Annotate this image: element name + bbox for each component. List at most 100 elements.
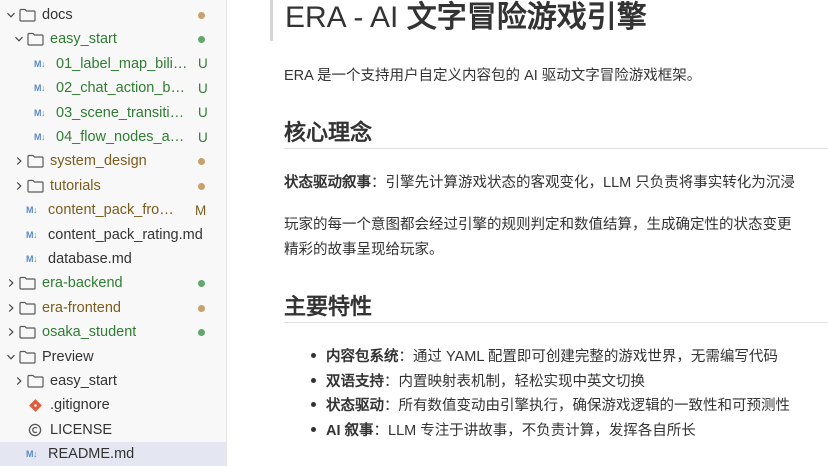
markdown-file-icon: M↓ (34, 83, 46, 94)
tree-file[interactable]: M↓ 03_scene_transitio... U (0, 101, 226, 125)
section-divider (284, 322, 828, 323)
chevron-down-icon[interactable] (12, 27, 26, 51)
tree-folder[interactable]: system_design (0, 149, 226, 173)
chevron-down-icon[interactable] (4, 3, 18, 27)
chevron-right-icon[interactable] (12, 149, 26, 173)
folder-icon (18, 345, 36, 369)
tree-file[interactable]: M↓ 01_label_map_bilin... U (0, 52, 226, 76)
chevron-right-icon[interactable] (12, 369, 26, 393)
section-divider (284, 148, 828, 149)
tree-item-label: easy_start (50, 373, 117, 389)
tree-item-label: Preview (42, 348, 94, 365)
tree-file[interactable]: M↓ 02_chat_action_but... U (0, 76, 226, 100)
doc-title-cjk: 文字冒险游戏引擎 (406, 0, 647, 34)
git-status-dot (198, 158, 205, 166)
folder-icon (26, 27, 44, 51)
tree-item-label: 01_label_map_bilin... (56, 55, 188, 72)
chevron-right-icon[interactable] (4, 271, 18, 295)
markdown-file-icon: M↓ (34, 132, 46, 142)
tree-file[interactable]: M↓ content_pack_front... M (0, 198, 226, 222)
tree-file[interactable]: M↓ README.md (0, 442, 226, 466)
intro-paragraph: ERA 是一个支持用户自定义内容包的 AI 驱动文字冒险游戏框架。 (284, 68, 702, 84)
tree-item-label: content_pack_front... (48, 202, 180, 219)
folder-icon (26, 149, 44, 173)
chevron-right-icon[interactable] (4, 296, 18, 320)
git-status-badge: M (195, 202, 207, 218)
git-status-dot (198, 36, 205, 44)
markdown-file-icon: M↓ (34, 107, 46, 118)
feature-desc: ：LLM 专注于讲故事，不负责计算，发挥各自所长 (373, 423, 696, 439)
git-status-badge: U (198, 80, 208, 96)
feature-term: AI 叙事 (326, 423, 374, 439)
chevron-right-icon[interactable] (12, 174, 26, 198)
folder-icon (18, 320, 36, 344)
git-status-badge: U (198, 129, 208, 145)
tree-file[interactable]: .gitignore (0, 393, 226, 417)
tree-folder[interactable]: easy_start (0, 369, 226, 393)
tree-item-label: database.md (48, 251, 132, 267)
markdown-file-icon: M↓ (26, 205, 38, 216)
file-explorer: docs easy_start M↓ 01_label_map_bilin... U M↓… (0, 0, 227, 466)
git-status-badge: U (198, 105, 208, 121)
tree-folder[interactable]: Preview (0, 345, 226, 369)
chevron-down-icon[interactable] (4, 345, 18, 369)
core-term: 状态驱动叙事 (284, 175, 371, 191)
git-status-dot (198, 304, 205, 312)
tree-folder[interactable]: era-frontend (0, 296, 226, 320)
tree-item-label: .gitignore (50, 397, 110, 414)
markdown-file-icon: M↓ (26, 229, 38, 240)
bullet-icon (311, 402, 316, 407)
tree-folder[interactable]: docs (0, 3, 226, 27)
tree-item-label: osaka_student (42, 324, 137, 341)
markdown-preview: ERA - AI 文字冒险游戏引擎 ERA 是一个支持用户自定义内容包的 AI … (227, 0, 828, 466)
tree-item-label: 02_chat_action_but... (56, 80, 188, 97)
folder-icon (18, 3, 36, 27)
feature-item: AI 叙事 ：LLM 专注于讲故事，不负责计算，发挥各自所长 (311, 419, 696, 440)
markdown-file-icon: M↓ (26, 254, 38, 264)
tree-folder[interactable]: easy_start (0, 27, 226, 51)
doc-title-block: ERA - AI 文字冒险游戏引擎 (270, 0, 647, 41)
git-status-dot (198, 329, 205, 337)
feature-desc: ：所有数值变动由引擎执行，确保游戏逻辑的一致性和可预测性 (384, 398, 790, 414)
tree-file[interactable]: LICENSE (0, 418, 226, 442)
tree-item-label: LICENSE (50, 421, 113, 438)
git-status-dot (198, 182, 205, 190)
tree-item-label: era-frontend (42, 299, 121, 316)
feature-term: 双语支持 (326, 374, 384, 390)
doc-title-prefix: ERA - AI (285, 0, 407, 34)
tree-folder[interactable]: tutorials (0, 174, 226, 198)
folder-icon (18, 271, 36, 295)
folder-icon (26, 369, 44, 393)
markdown-file-icon: M↓ (26, 449, 38, 460)
git-status-badge: U (198, 56, 208, 72)
feature-term: 状态驱动 (326, 398, 384, 414)
tree-file[interactable]: M↓ 04_flow_nodes_acti... U (0, 125, 226, 149)
feature-item: 状态驱动 ：所有数值变动由引擎执行，确保游戏逻辑的一致性和可预测性 (311, 394, 790, 415)
core-paragraph-2-line1: 玩家的每一个意图都会经过引擎的规则判定和数值结算，生成确定性的状态变更 (284, 217, 792, 233)
tree-file[interactable]: M↓ database.md (0, 247, 226, 271)
tree-folder[interactable]: era-backend (0, 271, 226, 295)
git-status-dot (198, 280, 205, 288)
license-file-icon (26, 418, 44, 442)
tree-item-label: easy_start (50, 31, 117, 48)
tree-item-label: 03_scene_transitio... (56, 104, 188, 121)
tree-item-label: docs (42, 7, 73, 23)
tree-folder[interactable]: osaka_student (0, 320, 226, 344)
core-paragraph-1: 状态驱动叙事：引擎先计算游戏状态的客观变化，LLM 只负责将事实转化为沉浸 (284, 171, 795, 192)
tree-item-label: 04_flow_nodes_acti... (56, 129, 188, 145)
feature-desc: ：内置映射表机制，轻松实现中英文切换 (384, 374, 645, 390)
core-paragraph-2-line2: 精彩的故事呈现给玩家。 (284, 242, 444, 258)
bullet-icon (311, 353, 316, 358)
bullet-icon (311, 427, 316, 432)
core-desc: ：引擎先计算游戏状态的客观变化，LLM 只负责将事实转化为沉浸 (371, 175, 795, 191)
chevron-right-icon[interactable] (4, 320, 18, 344)
bullet-icon (311, 378, 316, 383)
git-status-dot (198, 12, 205, 19)
folder-icon (18, 296, 36, 320)
feature-item: 双语支持 ：内置映射表机制，轻松实现中英文切换 (311, 370, 645, 391)
tree-file[interactable]: M↓ content_pack_rating.md (0, 223, 226, 247)
section-heading-features: 主要特性 (284, 294, 373, 319)
markdown-file-icon: M↓ (34, 58, 46, 69)
folder-icon (26, 174, 44, 198)
git-file-icon (26, 393, 44, 417)
